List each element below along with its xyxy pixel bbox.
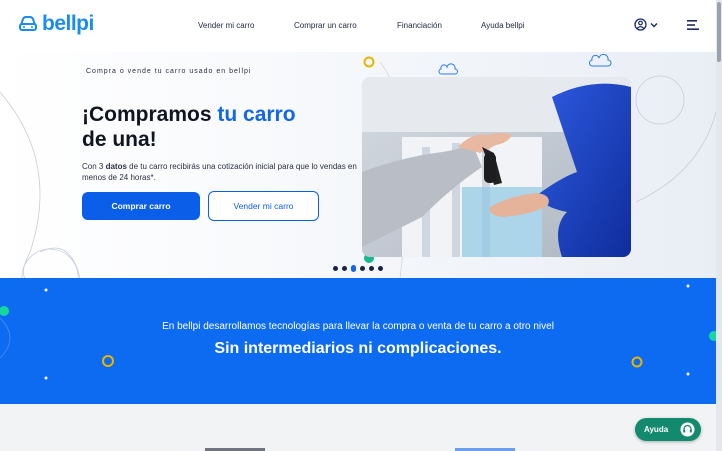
band-subtitle: En bellpi desarrollamos tecnologías para… <box>162 321 554 332</box>
comprar-carro-button[interactable]: Comprar carro <box>82 192 200 220</box>
help-label: Ayuda <box>644 425 669 434</box>
carousel-dot[interactable] <box>378 266 383 271</box>
brand-name: bellpi <box>42 12 94 35</box>
carousel-dot[interactable] <box>333 266 338 271</box>
user-circle-icon <box>634 18 647 31</box>
carousel-dots <box>333 265 383 272</box>
hero-desc-bold: datos <box>105 162 127 171</box>
hero-photo-car-keys <box>362 77 631 257</box>
carousel-dot[interactable] <box>369 266 374 271</box>
page-scrollbar[interactable] <box>716 0 722 451</box>
site-header: bellpi Vender mi carro Comprar un carro … <box>0 0 716 52</box>
hero-title: ¡Compramos tu carro de una! <box>82 102 342 152</box>
carousel-dot-active[interactable] <box>351 265 356 272</box>
hero-title-part1: ¡Compramos <box>82 103 218 126</box>
bellpi-logo[interactable]: bellpi <box>18 12 94 36</box>
car-logo-icon <box>19 16 37 31</box>
hero-desc-pre: Con 3 <box>82 162 106 171</box>
next-section <box>0 404 716 451</box>
carousel-dot[interactable] <box>342 266 347 271</box>
nav-vender-mi-carro[interactable]: Vender mi carro <box>198 21 254 30</box>
nav-financiacion[interactable]: Financiación <box>397 21 442 30</box>
chevron-down-icon <box>650 22 658 27</box>
hero-section: Compra o vende tu carro usado en bellpi … <box>0 52 716 278</box>
hero-description: Con 3 datos de tu carro recibirás una co… <box>82 161 367 183</box>
value-proposition-band: En bellpi desarrollamos tecnologías para… <box>0 278 716 404</box>
hamburger-icon[interactable] <box>687 19 701 31</box>
user-menu[interactable] <box>634 18 658 31</box>
band-title: Sin intermediarios ni complicaciones. <box>214 340 502 357</box>
nav-ayuda-bellpi[interactable]: Ayuda bellpi <box>481 21 524 30</box>
next-section-decoration <box>205 448 515 451</box>
scrollbar-thumb[interactable] <box>717 2 721 62</box>
headset-icon <box>680 422 695 437</box>
help-chat-button[interactable]: Ayuda <box>635 418 701 441</box>
nav-comprar-un-carro[interactable]: Comprar un carro <box>294 21 357 30</box>
hero-eyebrow: Compra o vende tu carro usado en bellpi <box>86 68 252 75</box>
hero-title-part2: de una! <box>82 128 157 151</box>
carousel-dot[interactable] <box>360 266 365 271</box>
hero-title-accent: tu carro <box>217 103 296 126</box>
vender-mi-carro-button[interactable]: Vender mi carro <box>208 191 319 221</box>
